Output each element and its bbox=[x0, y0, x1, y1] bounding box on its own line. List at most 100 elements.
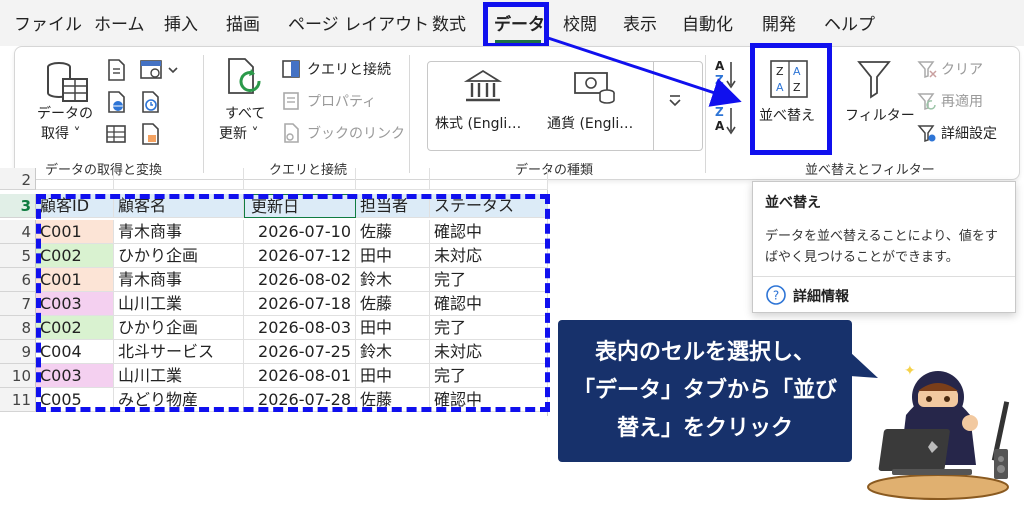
column-header[interactable]: ステータス bbox=[430, 194, 548, 218]
cell-status[interactable]: 完了 bbox=[430, 316, 548, 340]
queries-connections-icon[interactable] bbox=[281, 59, 301, 79]
cell-updated-date[interactable]: 2026-07-12 bbox=[244, 244, 356, 268]
clear-label: クリア bbox=[941, 62, 983, 78]
advanced-filter-icon[interactable] bbox=[917, 123, 937, 143]
tab-page-layout[interactable]: ページ レイアウト bbox=[288, 10, 429, 35]
column-header[interactable]: 更新日 bbox=[244, 194, 356, 218]
cell-status[interactable]: 確認中 bbox=[430, 388, 548, 412]
filter-label[interactable]: フィルター bbox=[845, 105, 915, 125]
cell-updated-date[interactable]: 2026-08-01 bbox=[244, 364, 356, 388]
cell-owner[interactable]: 佐藤 bbox=[356, 292, 430, 316]
cell-customer-id[interactable]: C003 bbox=[36, 292, 114, 316]
row-header[interactable]: 2 bbox=[0, 168, 36, 190]
row-header[interactable]: 7 bbox=[0, 292, 36, 316]
cell-customer-name[interactable]: ひかり企画 bbox=[114, 316, 244, 340]
row-header[interactable]: 6 bbox=[0, 268, 36, 292]
refresh-all-dropdown-label[interactable]: 更新 ˅ bbox=[219, 123, 258, 143]
cell-customer-name[interactable]: 北斗サービス bbox=[114, 340, 244, 364]
cell-customer-id[interactable]: C003 bbox=[36, 364, 114, 388]
edit-links-icon bbox=[284, 123, 299, 143]
existing-connections-icon[interactable] bbox=[139, 123, 161, 145]
tab-home[interactable]: ホーム bbox=[94, 10, 145, 35]
cell-status[interactable]: 確認中 bbox=[430, 220, 548, 244]
database-table-icon[interactable] bbox=[45, 59, 91, 107]
from-text-icon[interactable] bbox=[105, 59, 127, 81]
cell-updated-date[interactable]: 2026-07-25 bbox=[244, 340, 356, 364]
cell-customer-id[interactable]: C002 bbox=[36, 244, 114, 268]
from-range-icon[interactable] bbox=[105, 123, 127, 145]
row-header[interactable]: 8 bbox=[0, 316, 36, 340]
filter-funnel-icon[interactable] bbox=[857, 59, 891, 99]
cell-customer-name[interactable]: ひかり企画 bbox=[114, 244, 244, 268]
refresh-all-label[interactable]: すべて bbox=[225, 103, 265, 123]
cell-owner[interactable]: 鈴木 bbox=[356, 340, 430, 364]
from-web-icon[interactable] bbox=[105, 91, 127, 113]
cell-customer-name[interactable]: 青木商事 bbox=[114, 220, 244, 244]
help-circle-icon[interactable]: ? bbox=[765, 284, 787, 306]
tab-developer[interactable]: 開発 bbox=[762, 10, 796, 35]
cell-customer-name[interactable]: みどり物産 bbox=[114, 388, 244, 412]
cell-customer-name[interactable] bbox=[114, 168, 244, 190]
cell-updated-date[interactable] bbox=[244, 168, 356, 190]
advanced-label[interactable]: 詳細設定 bbox=[941, 123, 997, 143]
cell-owner[interactable]: 佐藤 bbox=[356, 388, 430, 412]
row-header[interactable]: 3 bbox=[0, 194, 36, 218]
cell-updated-date[interactable]: 2026-07-18 bbox=[244, 292, 356, 316]
cell-customer-name[interactable]: 山川工業 bbox=[114, 364, 244, 388]
cell-customer-name[interactable]: 山川工業 bbox=[114, 292, 244, 316]
stocks-bank-icon[interactable] bbox=[463, 69, 503, 105]
queries-connections-label[interactable]: クエリと接続 bbox=[307, 59, 391, 79]
cell-updated-date[interactable]: 2026-07-28 bbox=[244, 388, 356, 412]
get-data-label[interactable]: データの bbox=[37, 103, 93, 123]
cell-status[interactable]: 確認中 bbox=[430, 292, 548, 316]
column-header[interactable]: 担当者 bbox=[356, 194, 430, 218]
column-header[interactable]: 顧客ID bbox=[36, 194, 114, 218]
cell-customer-id[interactable]: C001 bbox=[36, 220, 114, 244]
cell-customer-id[interactable]: C004 bbox=[36, 340, 114, 364]
tab-review[interactable]: 校閲 bbox=[563, 10, 597, 35]
cell-customer-id[interactable]: C005 bbox=[36, 388, 114, 412]
tab-draw[interactable]: 描画 bbox=[226, 10, 260, 35]
cell-owner[interactable]: 田中 bbox=[356, 316, 430, 340]
gallery-divider bbox=[653, 61, 654, 151]
row-header[interactable]: 5 bbox=[0, 244, 36, 268]
refresh-all-icon[interactable] bbox=[223, 57, 265, 99]
cell-owner[interactable]: 田中 bbox=[356, 364, 430, 388]
tab-file[interactable]: ファイル bbox=[14, 10, 82, 35]
currencies-icon[interactable] bbox=[573, 69, 617, 105]
recent-sources-icon[interactable] bbox=[139, 91, 161, 113]
cell-customer-id[interactable] bbox=[36, 168, 114, 190]
cell-owner[interactable] bbox=[356, 168, 430, 190]
row-header[interactable]: 10 bbox=[0, 364, 36, 388]
cell-customer-id[interactable]: C001 bbox=[36, 268, 114, 292]
column-header[interactable]: 顧客名 bbox=[114, 194, 244, 218]
row-header[interactable]: 4 bbox=[0, 220, 36, 244]
cell-status[interactable]: 未対応 bbox=[430, 244, 548, 268]
cell-owner[interactable]: 田中 bbox=[356, 244, 430, 268]
row-header[interactable]: 9 bbox=[0, 340, 36, 364]
from-table-dropdown-icon[interactable] bbox=[139, 59, 179, 81]
get-data-dropdown-label[interactable]: 取得 ˅ bbox=[41, 123, 80, 143]
tab-formulas[interactable]: 数式 bbox=[432, 10, 466, 35]
row-header[interactable]: 11 bbox=[0, 388, 36, 412]
cell-customer-id[interactable]: C002 bbox=[36, 316, 114, 340]
cell-status[interactable]: 完了 bbox=[430, 268, 548, 292]
cell-updated-date[interactable]: 2026-08-02 bbox=[244, 268, 356, 292]
currencies-label[interactable]: 通貨 (Engli… bbox=[547, 113, 633, 133]
tab-view[interactable]: 表示 bbox=[623, 10, 657, 35]
cell-status[interactable] bbox=[430, 168, 548, 190]
tab-help[interactable]: ヘルプ bbox=[824, 10, 875, 35]
gallery-expand-icon[interactable] bbox=[667, 93, 683, 109]
stocks-label[interactable]: 株式 (Engli… bbox=[435, 113, 521, 133]
tooltip-title: 並べ替え bbox=[765, 195, 821, 211]
cell-status[interactable]: 未対応 bbox=[430, 340, 548, 364]
cell-owner[interactable]: 佐藤 bbox=[356, 220, 430, 244]
cell-customer-name[interactable]: 青木商事 bbox=[114, 268, 244, 292]
cell-owner[interactable]: 鈴木 bbox=[356, 268, 430, 292]
cell-status[interactable]: 完了 bbox=[430, 364, 548, 388]
tab-insert[interactable]: 挿入 bbox=[164, 10, 198, 35]
cell-updated-date[interactable]: 2026-07-10 bbox=[244, 220, 356, 244]
cell-updated-date[interactable]: 2026-08-03 bbox=[244, 316, 356, 340]
tooltip-more-info-link[interactable]: 詳細情報 bbox=[793, 286, 849, 306]
tab-automate[interactable]: 自動化 bbox=[682, 10, 733, 35]
